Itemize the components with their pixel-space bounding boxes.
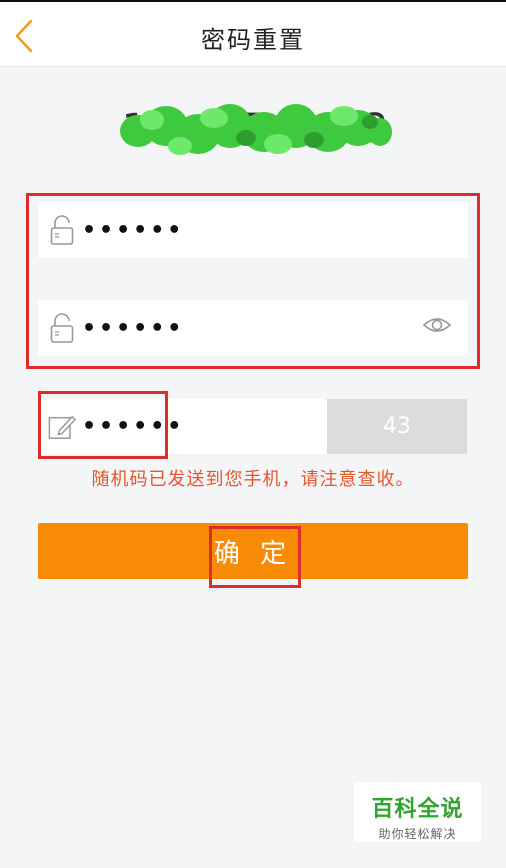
sms-hint-text: 随机码已发送到您手机，请注意查收。	[91, 469, 415, 490]
watermark-title: 百科全说	[371, 797, 464, 822]
annotation-box-confirm	[209, 526, 301, 588]
page-title: 密码重置	[201, 26, 305, 54]
nav-header: 密码重置	[0, 2, 506, 67]
annotation-box-code	[38, 391, 168, 459]
phone-number-display: 1 0 5 5 0 1 3	[118, 96, 393, 166]
watermark-subtitle: 助你轻松解决	[378, 827, 457, 841]
redaction-scribble	[120, 104, 392, 155]
annotation-box-passwords	[26, 193, 480, 369]
resend-countdown-button[interactable]: 43	[327, 399, 467, 454]
watermark: 百科全说 助你轻松解决	[354, 782, 481, 842]
